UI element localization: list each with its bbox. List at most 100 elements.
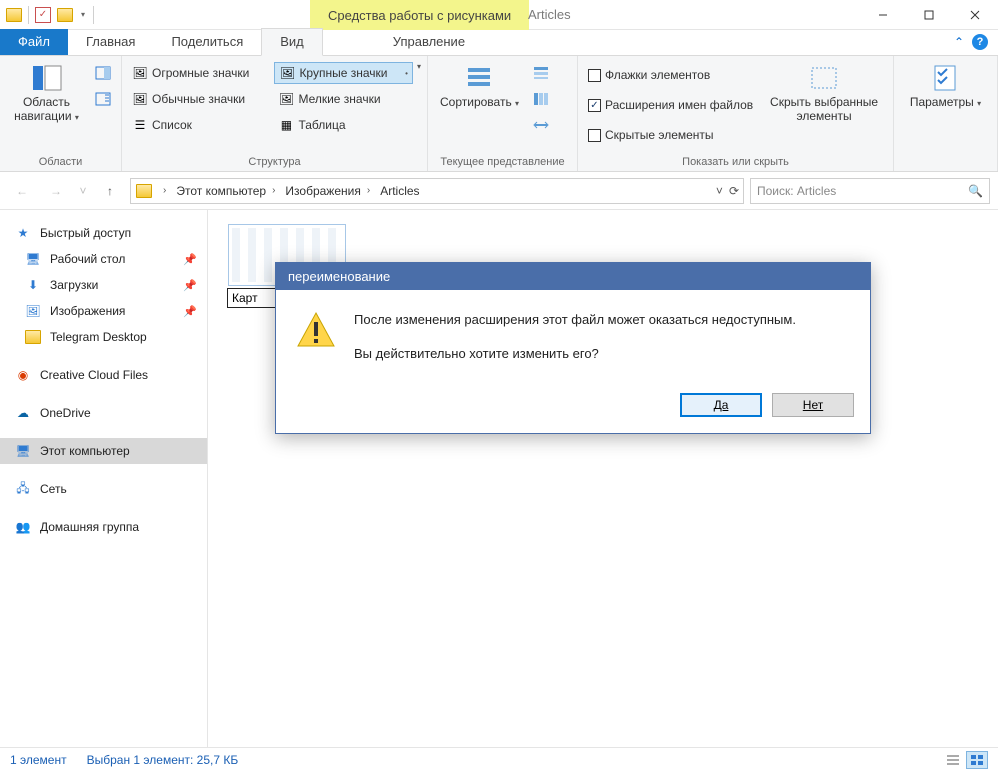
dialog-message-2: Вы действительно хотите изменить его? [354, 344, 796, 364]
sidebar-quick-access[interactable]: ★Быстрый доступ [0, 220, 207, 246]
network-icon: 🖧 [14, 480, 32, 498]
small-icons-option[interactable]: 🖼Мелкие значки [274, 88, 413, 110]
navigation-pane-icon [31, 62, 63, 94]
pictures-icon: 🖼 [24, 302, 42, 320]
sidebar-this-pc[interactable]: 🖥Этот компьютер [0, 438, 207, 464]
separator [28, 6, 29, 24]
warning-icon [296, 310, 336, 350]
search-input[interactable]: Поиск: Articles 🔍 [750, 178, 990, 204]
status-selection: Выбран 1 элемент: 25,7 КБ [87, 753, 239, 767]
details-pane-button[interactable] [91, 88, 115, 110]
group-label-panes: Области [6, 154, 115, 169]
status-bar: 1 элемент Выбран 1 элемент: 25,7 КБ [0, 747, 998, 771]
onedrive-icon: ☁ [14, 404, 32, 422]
navigation-pane-button[interactable]: Область навигации ▾ [6, 60, 87, 126]
crumb-this-pc[interactable]: Этот компьютер› [172, 184, 279, 198]
ribbon-collapse-button[interactable]: ⌃ [954, 35, 964, 49]
nav-pane: ★Быстрый доступ 🖥Рабочий стол📌 ⬇Загрузки… [0, 210, 208, 747]
large-icons-option[interactable]: 🖼Крупные значки• [274, 62, 413, 84]
homegroup-icon: 👥 [14, 518, 32, 536]
window-title: Articles [528, 7, 571, 22]
up-button[interactable]: ↑ [96, 177, 124, 205]
small-icons-icon: 🖼 [278, 91, 294, 107]
sidebar-network[interactable]: 🖧Сеть [0, 476, 207, 502]
tab-file[interactable]: Файл [0, 29, 68, 55]
tab-manage[interactable]: Управление [375, 29, 483, 55]
medium-icons-option[interactable]: 🖼Обычные значки [128, 88, 270, 110]
icons-view-toggle[interactable] [966, 751, 988, 769]
sort-button[interactable]: Сортировать ▾ [434, 60, 525, 112]
preview-pane-button[interactable] [91, 62, 115, 84]
star-icon: ★ [14, 224, 32, 242]
maximize-button[interactable] [906, 0, 952, 30]
qat-customize-dropdown[interactable]: ▾ [77, 10, 89, 19]
hidden-items-toggle[interactable]: Скрытые элементы [584, 124, 757, 146]
list-icon: ☰ [132, 117, 148, 133]
group-by-icon [533, 65, 549, 81]
list-option[interactable]: ☰Список [128, 114, 270, 136]
creative-cloud-icon: ◉ [14, 366, 32, 384]
crumb-current[interactable]: Articles [376, 184, 423, 198]
ribbon-tabs: Файл Главная Поделиться Вид Управление ⌃… [0, 30, 998, 56]
separator [93, 6, 94, 24]
app-icon [4, 4, 24, 26]
recent-locations-dropdown[interactable]: ˅ [76, 177, 90, 205]
tab-share[interactable]: Поделиться [153, 29, 261, 55]
table-option[interactable]: ▦Таблица [274, 114, 413, 136]
details-view-toggle[interactable] [942, 751, 964, 769]
search-icon: 🔍 [968, 184, 983, 198]
folder-icon [24, 328, 42, 346]
minimize-button[interactable] [860, 0, 906, 30]
window-controls [860, 0, 998, 29]
dialog-yes-button[interactable]: Да [680, 393, 762, 417]
fit-columns-button[interactable] [529, 114, 553, 136]
crumb-pictures[interactable]: Изображения› [281, 184, 374, 198]
tab-view[interactable]: Вид [261, 28, 323, 56]
group-label-current-view: Текущее представление [434, 154, 571, 169]
navigation-bar: ← → ˅ ↑ › Этот компьютер› Изображения› A… [0, 172, 998, 210]
hide-selected-icon [808, 62, 840, 94]
dialog-no-button[interactable]: Нет [772, 393, 854, 417]
group-by-button[interactable] [529, 62, 553, 84]
sort-icon [464, 62, 496, 94]
sidebar-onedrive[interactable]: ☁OneDrive [0, 400, 207, 426]
search-placeholder: Поиск: Articles [757, 184, 836, 198]
titlebar: ✓ ▾ Средства работы с рисунками Articles [0, 0, 998, 30]
fit-columns-icon [533, 117, 549, 133]
pin-icon: 📌 [183, 253, 197, 266]
hide-selected-button[interactable]: Скрыть выбранные элементы [761, 60, 887, 126]
preview-pane-icon [95, 65, 111, 81]
options-button[interactable]: Параметры ▾ [904, 60, 987, 112]
dialog-message-1: После изменения расширения этот файл мож… [354, 310, 796, 330]
sidebar-desktop[interactable]: 🖥Рабочий стол📌 [0, 246, 207, 272]
sidebar-telegram[interactable]: Telegram Desktop [0, 324, 207, 350]
sidebar-creative-cloud[interactable]: ◉Creative Cloud Files [0, 362, 207, 388]
rename-warning-dialog: переименование После изменения расширени… [275, 262, 871, 434]
table-icon: ▦ [278, 117, 294, 133]
titlebar-center: Средства работы с рисунками Articles [100, 0, 860, 29]
help-icon[interactable]: ? [972, 34, 988, 50]
back-button[interactable]: ← [8, 177, 36, 205]
file-extensions-toggle[interactable]: Расширения имен файлов [584, 94, 757, 116]
details-pane-icon [95, 91, 111, 107]
sidebar-homegroup[interactable]: 👥Домашняя группа [0, 514, 207, 540]
address-dropdown-icon[interactable]: ˅ [716, 184, 723, 198]
qat-properties-button[interactable]: ✓ [33, 4, 53, 26]
layout-expand-icon[interactable]: ▾ [417, 62, 421, 71]
huge-icons-option[interactable]: 🖼Огромные значки [128, 62, 270, 84]
item-checkboxes-toggle[interactable]: Флажки элементов [584, 64, 757, 86]
group-label-layout: Структура [128, 154, 421, 169]
tab-home[interactable]: Главная [68, 29, 153, 55]
address-bar[interactable]: › Этот компьютер› Изображения› Articles … [130, 178, 744, 204]
group-label-showhide: Показать или скрыть [584, 154, 887, 169]
refresh-button[interactable]: ⟳ [729, 184, 739, 198]
sidebar-pictures[interactable]: 🖼Изображения📌 [0, 298, 207, 324]
close-button[interactable] [952, 0, 998, 30]
pin-icon: 📌 [183, 305, 197, 318]
downloads-icon: ⬇ [24, 276, 42, 294]
forward-button[interactable]: → [42, 177, 70, 205]
sidebar-downloads[interactable]: ⬇Загрузки📌 [0, 272, 207, 298]
qat-new-folder-button[interactable] [55, 4, 75, 26]
add-columns-button[interactable] [529, 88, 553, 110]
desktop-icon: 🖥 [24, 250, 42, 268]
